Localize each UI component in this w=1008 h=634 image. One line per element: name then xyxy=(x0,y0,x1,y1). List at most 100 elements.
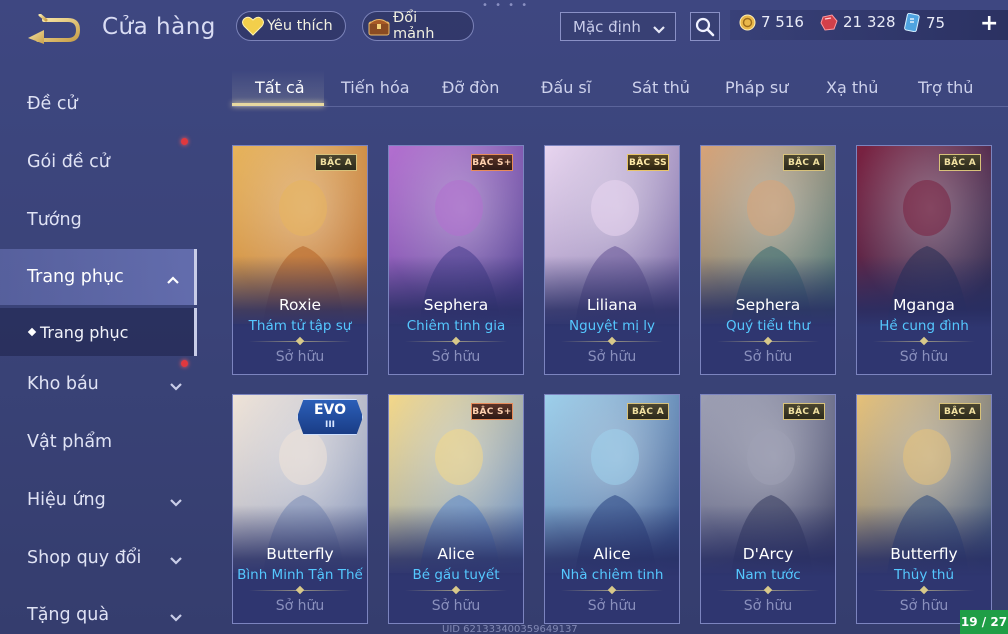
sidebar-item-recommended[interactable]: Đề cử xyxy=(0,76,197,132)
card-divider xyxy=(561,590,663,591)
card-divider xyxy=(405,341,507,342)
search-button[interactable] xyxy=(690,12,720,41)
sidebar-item-treasure[interactable]: Kho báu xyxy=(0,356,197,412)
tab-divider xyxy=(232,106,1008,107)
sidebar-item-gifts[interactable]: Tặng quà xyxy=(0,587,197,634)
skin-card[interactable]: BẬC SS Liliana Nguyệt mị ly Sở hữu xyxy=(544,145,680,375)
card-divider xyxy=(249,341,351,342)
ruby-icon xyxy=(820,13,838,31)
tier-badge: BẬC A xyxy=(939,403,981,420)
tab-evolution[interactable]: Tiến hóa xyxy=(341,78,410,97)
skin-card[interactable]: BẬC S+ Sephera Chiêm tinh gia Sở hữu xyxy=(388,145,524,375)
user-id-watermark: UID 621333400359649137 xyxy=(442,624,578,634)
tab-support[interactable]: Trợ thủ xyxy=(918,78,973,97)
voucher-amount: 75 xyxy=(926,13,946,32)
skin-card[interactable]: BẬC A Roxie Thám tử tập sự Sở hữu xyxy=(232,145,368,375)
sidebar-item-items[interactable]: Vật phẩm xyxy=(0,414,197,470)
tier-badge: BẬC SS xyxy=(627,154,669,171)
tier-badge: BẬC A xyxy=(939,154,981,171)
notification-dot xyxy=(181,138,188,145)
favorites-button[interactable]: Yêu thích xyxy=(236,11,346,41)
page-counter: 19 / 27 xyxy=(960,610,1008,634)
ownership-status: Sở hữu xyxy=(587,349,637,365)
sidebar-item-heroes[interactable]: Tướng xyxy=(0,192,197,248)
category-tabs: Tất cả Tiến hóa Đỡ đòn Đấu sĩ Sát thủ Ph… xyxy=(230,68,1008,108)
sort-dropdown[interactable]: Mặc định xyxy=(560,12,676,41)
tab-tank[interactable]: Đỡ đòn xyxy=(442,78,499,97)
heart-icon xyxy=(241,14,265,38)
fragments-exchange-button[interactable]: Đổi mảnh xyxy=(362,10,474,42)
back-arrow-icon xyxy=(28,13,81,44)
sidebar-item-label: Shop quy đổi xyxy=(27,548,142,568)
sidebar-subitem-label: Trang phục xyxy=(40,322,129,342)
sidebar-item-label: Kho báu xyxy=(27,374,99,394)
favorites-label: Yêu thích xyxy=(267,18,333,34)
tab-mage[interactable]: Pháp sư xyxy=(725,78,788,97)
ownership-status: Sở hữu xyxy=(899,349,949,365)
tab-assassin[interactable]: Sát thủ xyxy=(632,78,690,97)
tier-badge: BẬC S+ xyxy=(471,154,513,171)
skin-name: Quý tiểu thư xyxy=(725,318,811,334)
card-divider xyxy=(561,341,663,342)
skin-card[interactable]: BẬC S+ Alice Bé gấu tuyết Sở hữu xyxy=(388,394,524,624)
sidebar-item-label: Trang phục xyxy=(27,267,124,287)
skin-card[interactable]: BẬC A Alice Nhà chiêm tinh Sở hữu xyxy=(544,394,680,624)
hero-name: Alice xyxy=(593,545,631,563)
sidebar-item-skins[interactable]: Trang phục xyxy=(0,249,197,305)
ruby-balance: 21 328 xyxy=(820,13,896,31)
hero-name: D'Arcy xyxy=(742,545,794,563)
card-divider xyxy=(249,590,351,591)
chevron-up-icon xyxy=(166,270,180,290)
hero-name: Liliana xyxy=(586,296,638,314)
sidebar-subitem-skins[interactable]: Trang phục xyxy=(0,308,197,356)
sidebar-item-recommended-packs[interactable]: Gói đề cử xyxy=(0,134,197,190)
tier-badge: BẬC S+ xyxy=(471,403,513,420)
ownership-status: Sở hữu xyxy=(587,598,637,614)
hero-name: Mganga xyxy=(893,296,955,314)
card-divider xyxy=(717,341,819,342)
sidebar-item-label: Tặng quà xyxy=(27,605,110,625)
skin-card[interactable]: BẬC A D'Arcy Nam tước Sở hữu xyxy=(700,394,836,624)
skin-card[interactable]: BẬC A Sephera Quý tiểu thư Sở hữu xyxy=(700,145,836,375)
drag-handle: • • • • xyxy=(482,0,530,11)
chevron-down-icon xyxy=(652,21,666,39)
skin-card[interactable]: BẬC A Butterfly Thủy thủ Sở hữu xyxy=(856,394,992,624)
tab-all[interactable]: Tất cả xyxy=(255,78,305,97)
sidebar-item-label: Tướng xyxy=(27,210,82,230)
skin-name: Bé gấu tuyết xyxy=(412,567,500,583)
card-divider xyxy=(873,341,975,342)
skin-name: Thám tử tập sự xyxy=(248,318,352,334)
evolution-level: III xyxy=(324,420,336,430)
page-title: Cửa hàng xyxy=(102,14,216,40)
evolution-badge-label: EVO xyxy=(313,402,347,418)
ownership-status: Sở hữu xyxy=(743,598,793,614)
chevron-down-icon xyxy=(169,377,183,397)
add-currency-button[interactable]: + xyxy=(980,12,998,36)
hero-name: Butterfly xyxy=(266,545,334,563)
sidebar-item-label: Gói đề cử xyxy=(27,152,110,172)
tab-marksman[interactable]: Xạ thủ xyxy=(826,78,878,97)
sidebar-item-label: Vật phẩm xyxy=(27,432,113,452)
evolution-badge: EVO III xyxy=(297,399,363,435)
skin-name: Nguyệt mị ly xyxy=(568,318,656,334)
search-icon xyxy=(695,17,715,36)
skin-name: Bình Minh Tận Thế xyxy=(237,567,363,583)
hero-name: Sephera xyxy=(423,296,489,314)
sidebar-item-effects[interactable]: Hiệu ứng xyxy=(0,472,197,528)
card-divider xyxy=(873,590,975,591)
sidebar-item-label: Hiệu ứng xyxy=(27,490,106,510)
chevron-down-icon xyxy=(169,551,183,571)
back-button[interactable] xyxy=(26,13,82,48)
bullet-icon xyxy=(27,327,37,337)
sidebar-item-exchange-shop[interactable]: Shop quy đổi xyxy=(0,530,197,586)
skin-card[interactable]: BẬC A Mganga Hề cung đình Sở hữu xyxy=(856,145,992,375)
gold-amount: 7 516 xyxy=(761,13,804,31)
plus-icon: + xyxy=(980,11,999,36)
tier-badge: BẬC A xyxy=(627,403,669,420)
tab-fighter[interactable]: Đấu sĩ xyxy=(541,78,591,97)
skin-card[interactable]: EVO III Butterfly Bình Minh Tận Thế Sở hữu xyxy=(232,394,368,624)
treasure-chest-icon xyxy=(367,14,391,38)
notification-dot xyxy=(181,360,188,367)
chevron-down-icon xyxy=(169,608,183,628)
ownership-status: Sở hữu xyxy=(431,598,481,614)
